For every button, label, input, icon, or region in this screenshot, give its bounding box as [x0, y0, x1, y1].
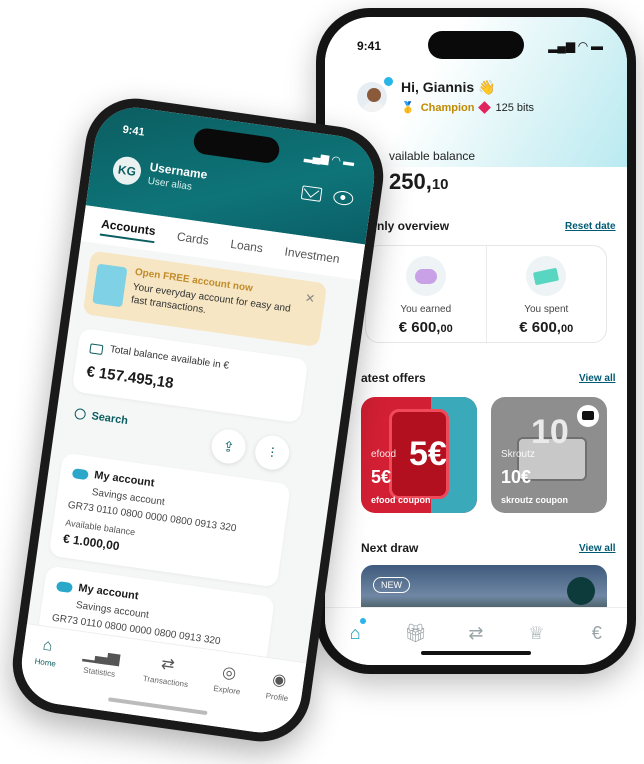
offer-big-value: 10	[531, 413, 569, 451]
home-indicator	[421, 651, 531, 655]
gift-icon[interactable]: 🎁︎	[403, 620, 429, 646]
gem-icon	[478, 101, 492, 114]
home-icon[interactable]: ⌂	[342, 618, 368, 646]
offers-label: atest offers	[361, 371, 426, 385]
trophy-icon[interactable]: ♕	[523, 620, 549, 646]
medal-icon: 🥇	[401, 102, 415, 114]
banknote-icon	[526, 256, 567, 296]
status-time: 9:41	[357, 39, 382, 53]
search-icon	[73, 407, 87, 421]
level-badge: Champion	[420, 101, 475, 114]
folder-icon	[89, 343, 104, 356]
bits-count: 125 bits	[495, 101, 535, 114]
nav-explore[interactable]: ◎ Explore	[208, 661, 244, 729]
transfer-icon[interactable]: ⇄	[463, 620, 489, 646]
bar-chart-icon: ▁▃▅	[82, 644, 122, 667]
account-icon	[55, 580, 74, 594]
nav-profile[interactable]: ◉ Profile	[260, 668, 292, 736]
status-icons: ▂▄▆ ◠ ▬	[548, 39, 603, 53]
overview-card: You earned € 600,00 You spent € 600,00	[365, 245, 607, 343]
piggy-bank-icon	[405, 256, 446, 296]
reset-date-link[interactable]: Reset date	[565, 221, 616, 232]
view-all-offers-link[interactable]: View all	[579, 373, 616, 384]
account-card[interactable]: My account Savings account GR73 0110 080…	[48, 452, 291, 588]
right-phone: 9:41 ▂▄▆ ◠ ▬ Hi, Giannis 👋 🥇 Champion 12…	[316, 8, 636, 674]
offer-big-value: 5€	[409, 435, 447, 473]
spent-amount: € 600,00	[519, 319, 574, 336]
total-balance-card: Total balance available in € € 157.495,1…	[71, 327, 309, 424]
offer-coupon: skroutz coupon	[501, 495, 568, 505]
euro-icon[interactable]: €	[584, 620, 610, 646]
total-balance-label: Total balance available in €	[109, 344, 230, 372]
tab-investments[interactable]: Investmen	[284, 244, 341, 266]
mail-icon[interactable]	[300, 185, 323, 202]
close-icon[interactable]: ✕	[304, 291, 316, 306]
tab-loans[interactable]: Loans	[230, 237, 264, 255]
tab-cards[interactable]: Cards	[176, 229, 210, 247]
spent-label: You spent	[524, 304, 569, 315]
greeting: Hi, Giannis 👋	[401, 79, 496, 95]
notification-dot	[382, 75, 395, 88]
new-badge: NEW	[373, 577, 410, 593]
balance-amount: 250,10	[389, 169, 449, 194]
account-icon	[71, 468, 89, 481]
offer-card-efood[interactable]: 5€ efood 5€ efood coupon	[361, 397, 477, 513]
status-bar: 9:41 ▂▄▆ ◠ ▬	[357, 39, 603, 53]
offer-card-skroutz[interactable]: 10 Skroutz 10€ skroutz coupon	[491, 397, 607, 513]
home-icon: ⌂	[41, 636, 54, 655]
promo-stage: 9:41 ▂▄▆ ◠ ▬ Hi, Giannis 👋 🥇 Champion 12…	[0, 0, 644, 764]
nav-home[interactable]: ⌂ Home	[29, 636, 59, 703]
view-all-draw-link[interactable]: View all	[579, 543, 616, 554]
earned-section[interactable]: You earned € 600,00	[366, 246, 486, 342]
earned-amount: € 600,00	[398, 319, 453, 336]
draw-brand-logo	[567, 577, 595, 605]
transfer-icon: ⇄	[160, 655, 176, 675]
overview-label: nly overview	[377, 219, 450, 233]
available-amount: € 1.000,00	[62, 531, 121, 554]
account-name: My account	[93, 469, 156, 490]
offer-brand: efood	[371, 449, 397, 460]
search-link[interactable]: Search	[73, 407, 129, 427]
next-draw-label: Next draw	[361, 541, 419, 555]
tab-accounts[interactable]: Accounts	[99, 216, 157, 243]
account-name: My account	[77, 582, 140, 603]
card-illustration	[92, 263, 128, 308]
offer-brand: Skroutz	[501, 449, 535, 460]
total-balance-amount: € 157.495,18	[85, 363, 175, 393]
offer-coupon: efood coupon	[371, 495, 431, 505]
right-phone-screen: 9:41 ▂▄▆ ◠ ▬ Hi, Giannis 👋 🥇 Champion 12…	[325, 17, 627, 665]
compass-icon: ◎	[221, 663, 238, 683]
offer-value: 10€	[501, 467, 532, 487]
profile-header[interactable]: Hi, Giannis 👋 🥇 Champion 125 bits	[355, 75, 535, 114]
spent-section[interactable]: You spent € 600,00	[485, 246, 607, 342]
share-icon[interactable]: ⇪	[209, 427, 248, 466]
profile-icon: ◉	[271, 670, 288, 690]
bottom-nav: ⌂ 🎁︎ ⇄ ♕ €	[325, 607, 627, 665]
earned-label: You earned	[400, 304, 452, 315]
skroutz-logo-icon	[577, 405, 599, 427]
balance-label: vailable balance	[389, 149, 476, 163]
filter-icon[interactable]: ⫶	[252, 433, 292, 472]
offer-value: 5€	[371, 467, 392, 487]
